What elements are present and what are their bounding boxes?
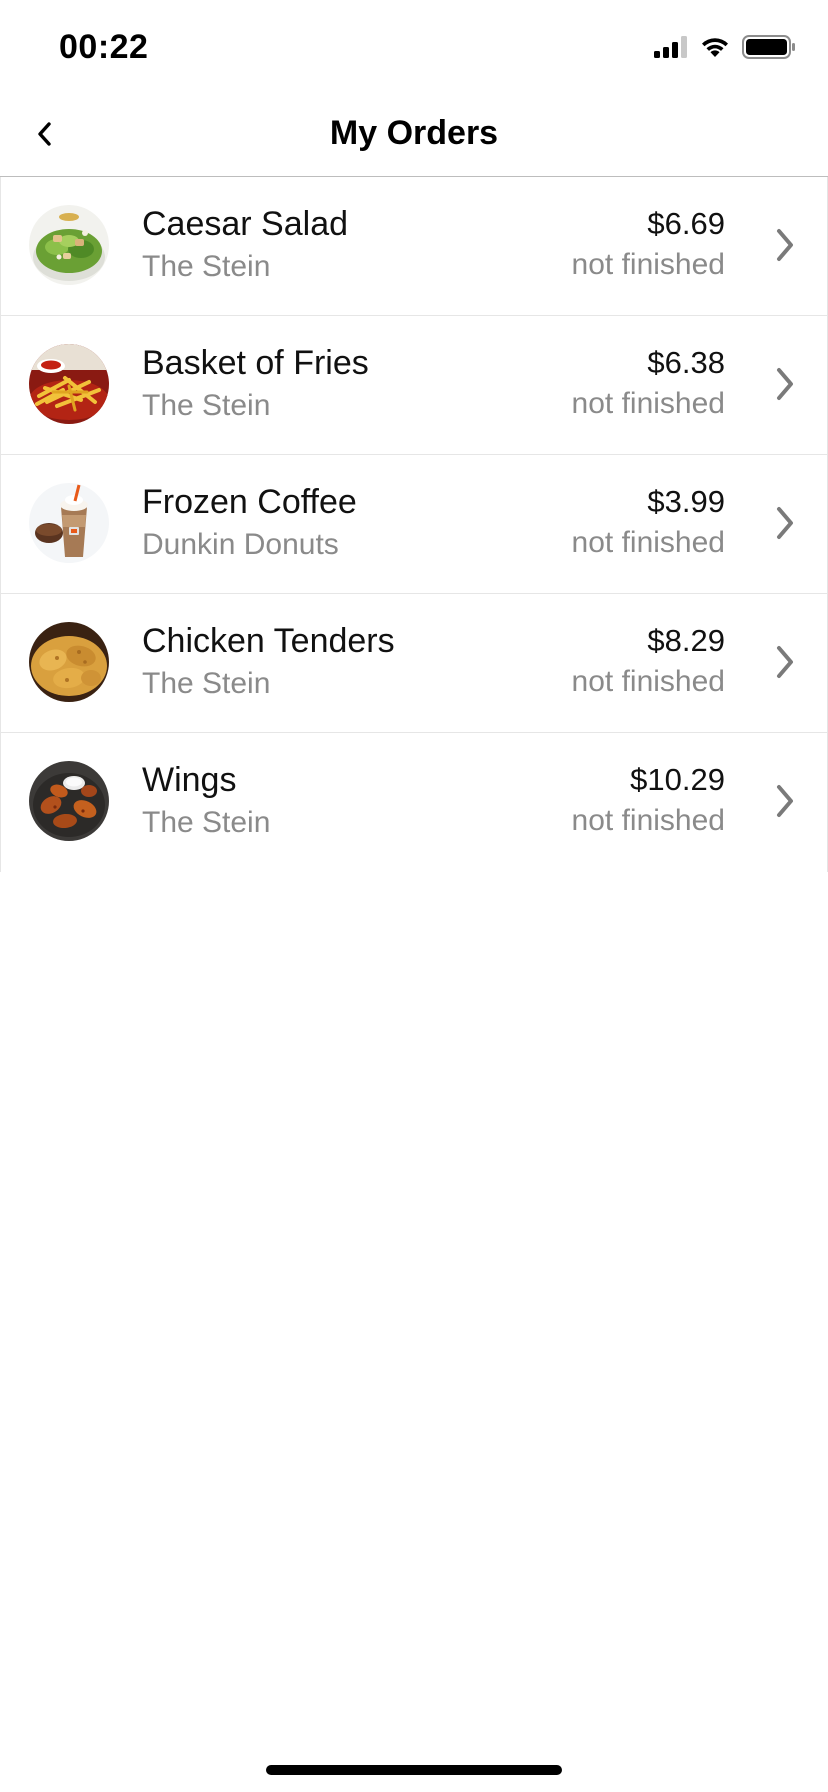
order-row-caesar-salad[interactable]: Caesar Salad The Stein $6.69 not finishe… (0, 177, 827, 316)
order-vendor: The Stein (142, 250, 271, 283)
order-item-name: Chicken Tenders (142, 622, 395, 660)
battery-icon (742, 34, 796, 64)
order-item-name: Wings (142, 761, 237, 799)
order-vendor: The Stein (142, 389, 271, 422)
order-row-frozen-coffee[interactable]: Frozen Coffee Dunkin Donuts $3.99 not fi… (0, 455, 827, 594)
status-bar: 00:22 (0, 0, 828, 100)
order-price: $6.38 (647, 345, 725, 380)
order-status: not finished (571, 526, 725, 559)
order-price: $6.69 (647, 206, 725, 241)
order-price: $8.29 (647, 623, 725, 658)
order-status: not finished (571, 387, 725, 420)
order-row-chicken-tenders[interactable]: Chicken Tenders The Stein $8.29 not fini… (0, 594, 827, 733)
order-status: not finished (571, 248, 725, 281)
fries-thumbnail (29, 344, 109, 424)
my-orders-screen: 00:22 My Orders Caesar Salad The Stein $… (0, 0, 828, 1792)
caesar-salad-thumbnail (29, 205, 109, 285)
order-item-name: Caesar Salad (142, 205, 349, 243)
order-price: $3.99 (647, 484, 725, 519)
order-item-name: Frozen Coffee (142, 483, 357, 521)
frozen-coffee-thumbnail (29, 483, 109, 563)
signal-icon (654, 35, 688, 63)
wings-thumbnail (29, 761, 109, 841)
order-row-wings[interactable]: Wings The Stein $10.29 not finished (0, 733, 827, 872)
chevron-right-icon (777, 507, 793, 539)
status-time: 00:22 (59, 28, 149, 66)
order-status: not finished (571, 665, 725, 698)
order-price: $10.29 (630, 762, 725, 797)
chevron-right-icon (777, 646, 793, 678)
page-title: My Orders (329, 114, 499, 152)
order-row-basket-of-fries[interactable]: Basket of Fries The Stein $6.38 not fini… (0, 316, 827, 455)
navigation-bar: My Orders (0, 100, 828, 177)
order-item-name: Basket of Fries (142, 344, 369, 382)
orders-list: Caesar Salad The Stein $6.69 not finishe… (0, 177, 828, 872)
order-status: not finished (571, 804, 725, 837)
chevron-right-icon (777, 229, 793, 261)
order-vendor: Dunkin Donuts (142, 528, 339, 561)
wifi-icon (700, 36, 730, 63)
order-vendor: The Stein (142, 806, 271, 839)
home-indicator[interactable] (266, 1765, 562, 1775)
status-icons (654, 34, 796, 64)
chevron-right-icon (777, 785, 793, 817)
chevron-right-icon (777, 368, 793, 400)
order-vendor: The Stein (142, 667, 271, 700)
chicken-tenders-thumbnail (29, 622, 109, 702)
